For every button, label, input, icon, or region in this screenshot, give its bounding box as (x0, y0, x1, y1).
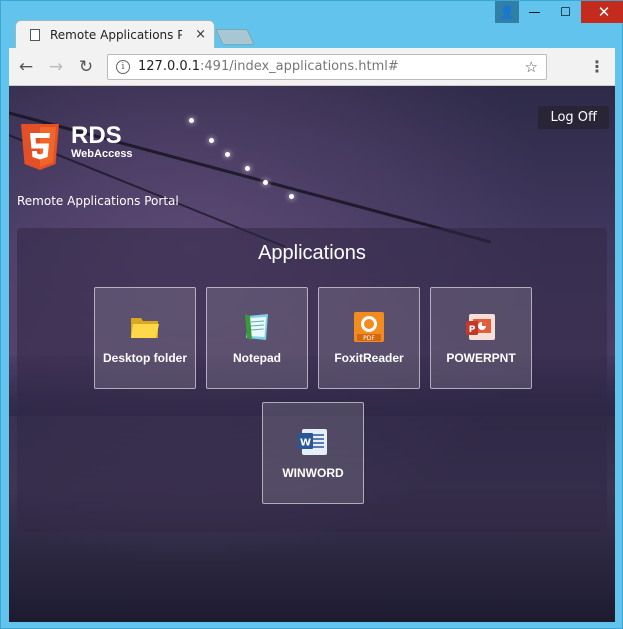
page-viewport: Log Off RDS WebAccess Remote Application… (9, 86, 615, 622)
close-window-button[interactable]: ✕ (581, 1, 623, 23)
tab-title: Remote Applications Por (50, 27, 182, 42)
app-tile-winword[interactable]: W WINWORD (262, 402, 364, 504)
reload-button[interactable]: ↻ (73, 54, 99, 80)
svg-text:P: P (469, 325, 476, 335)
minimize-button[interactable]: — (519, 1, 550, 23)
bookmark-star-icon[interactable]: ☆ (525, 58, 538, 76)
rds-logo: RDS WebAccess (19, 124, 133, 170)
svg-text:W: W (300, 438, 311, 449)
browser-window: 👤 — ☐ ✕ Remote Applications Por × ← → ↻ … (0, 0, 623, 629)
bridge-light (209, 138, 214, 143)
app-name: Notepad (233, 351, 281, 365)
browser-toolbar: ← → ↻ i 127.0.0.1 :491/index_application… (9, 48, 615, 86)
app-tile-desktop-folder[interactable]: Desktop folder (94, 287, 196, 389)
panel-title: Applications (258, 242, 366, 264)
new-tab-button[interactable] (215, 29, 255, 45)
app-tile-powerpnt[interactable]: P POWERPNT (430, 287, 532, 389)
address-bar[interactable]: i 127.0.0.1 :491/index_applications.html… (107, 53, 547, 80)
html5-shield-icon (19, 124, 61, 170)
app-name: FoxitReader (334, 351, 404, 365)
app-name: Desktop folder (102, 351, 187, 365)
tab-close-icon[interactable]: × (195, 27, 206, 42)
portal-label: Remote Applications Portal (17, 194, 179, 208)
user-icon[interactable]: 👤 (495, 1, 519, 23)
forward-button[interactable]: → (43, 54, 69, 80)
app-name: POWERPNT (446, 351, 516, 365)
app-tile-notepad[interactable]: Notepad (206, 287, 308, 389)
url-host: 127.0.0.1 (138, 59, 201, 74)
bridge-light (245, 166, 250, 171)
window-controls: 👤 — ☐ ✕ (495, 1, 623, 23)
back-button[interactable]: ← (13, 54, 39, 80)
folder-icon (129, 311, 161, 343)
brand-subtitle: WebAccess (71, 148, 133, 160)
powerpoint-icon: P (465, 311, 497, 343)
app-name: WINWORD (282, 466, 344, 480)
brand-name: RDS (71, 122, 122, 149)
app-tile-foxitreader[interactable]: PDF FoxitReader (318, 287, 420, 389)
applications-panel: Applications Desktop folder Notepad PDF … (17, 228, 607, 532)
word-icon: W (297, 426, 329, 458)
browser-tab[interactable]: Remote Applications Por × (15, 20, 215, 48)
bridge-light (225, 152, 230, 157)
notepad-icon (241, 311, 273, 343)
foxit-pdf-icon: PDF (353, 311, 385, 343)
url-path: :491/index_applications.html# (200, 59, 399, 74)
svg-text:PDF: PDF (363, 335, 375, 342)
bridge-light (263, 180, 268, 185)
maximize-button[interactable]: ☐ (550, 1, 581, 23)
bridge-light (189, 118, 194, 123)
info-icon[interactable]: i (116, 59, 130, 74)
page-icon (30, 28, 40, 41)
bridge-light (289, 194, 294, 199)
logoff-button[interactable]: Log Off (538, 106, 609, 129)
browser-menu-icon[interactable]: ⋮ (589, 57, 605, 76)
